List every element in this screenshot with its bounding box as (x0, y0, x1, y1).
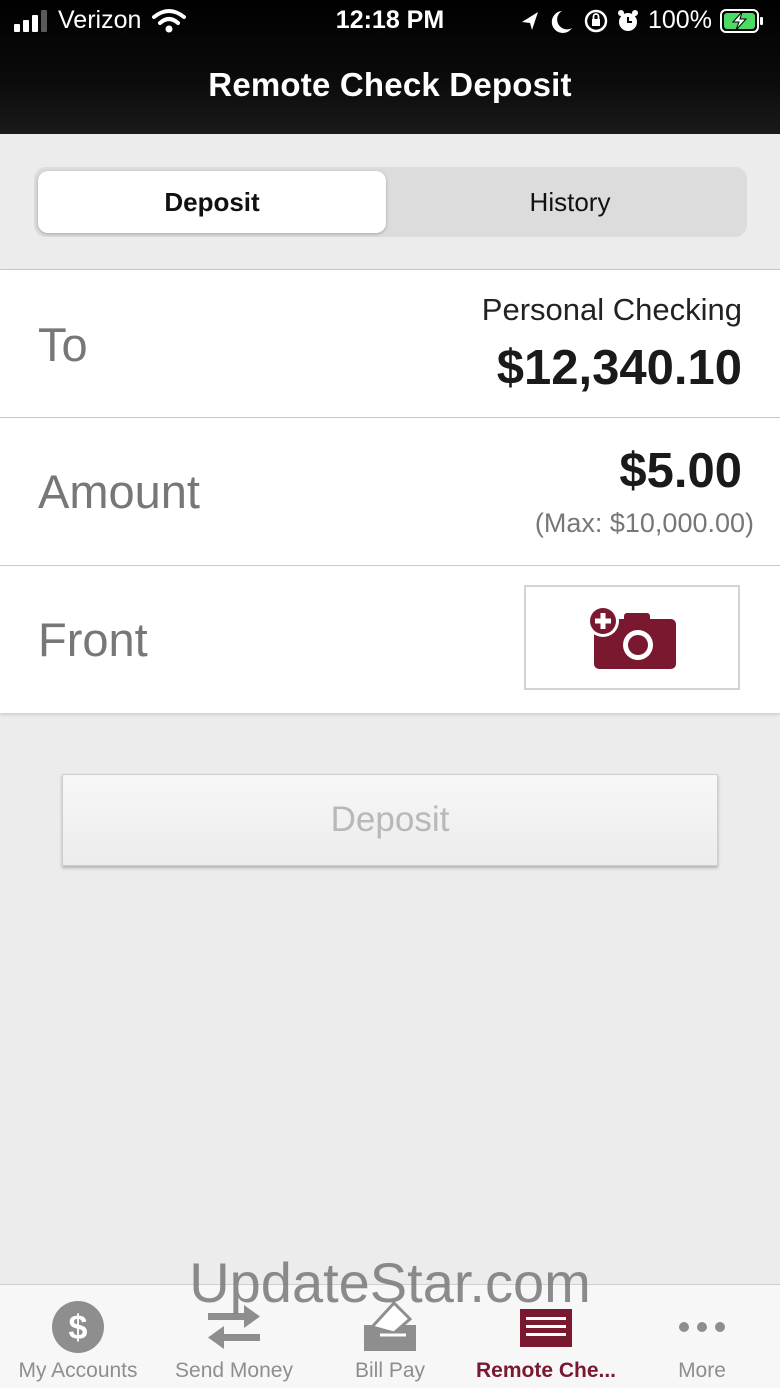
capture-front-button[interactable] (524, 585, 740, 690)
tab-label: More (678, 1359, 726, 1382)
tab-history[interactable]: History (396, 171, 744, 233)
battery-charging-icon (720, 9, 763, 33)
moon-icon (551, 11, 572, 33)
tab-label: Remote Che... (475, 1359, 617, 1382)
account-balance: $12,340.10 (496, 341, 742, 395)
tab-label: My Accounts (18, 1359, 138, 1382)
amount-label: Amount (38, 465, 200, 518)
battery-percent: 100% (648, 6, 712, 34)
amount-max: (Max: $10,000.00) (534, 508, 754, 538)
tab-label: Send Money (175, 1359, 293, 1382)
to-label: To (38, 318, 88, 371)
front-image-row: Front (0, 566, 780, 713)
to-account-row[interactable]: To Personal Checking $12,340.10 (0, 270, 780, 418)
rotation-lock-icon (584, 9, 608, 33)
tab-deposit[interactable]: Deposit (38, 171, 386, 233)
amount-value[interactable]: $5.00 (619, 443, 742, 499)
deposit-button[interactable]: Deposit (62, 774, 718, 866)
amount-row[interactable]: Amount $5.00 (Max: $10,000.00) (0, 418, 780, 566)
front-label: Front (38, 613, 148, 666)
watermark: UpdateStar.com (189, 1251, 591, 1314)
alarm-icon (618, 10, 638, 31)
top-bar: Verizon 12:18 PM 100% Remote Check Depos… (0, 0, 780, 134)
deposit-history-segmented-control: Deposit History (34, 167, 747, 237)
location-arrow-icon (522, 12, 538, 30)
add-camera-icon (587, 604, 676, 669)
tab-label: Bill Pay (354, 1359, 426, 1382)
account-name: Personal Checking (481, 292, 742, 327)
status-icons (522, 9, 638, 33)
deposit-form: To Personal Checking $12,340.10 Amount $… (0, 269, 780, 713)
page-title: Remote Check Deposit (208, 66, 572, 103)
status-bar: Verizon 12:18 PM 100% (0, 0, 780, 44)
